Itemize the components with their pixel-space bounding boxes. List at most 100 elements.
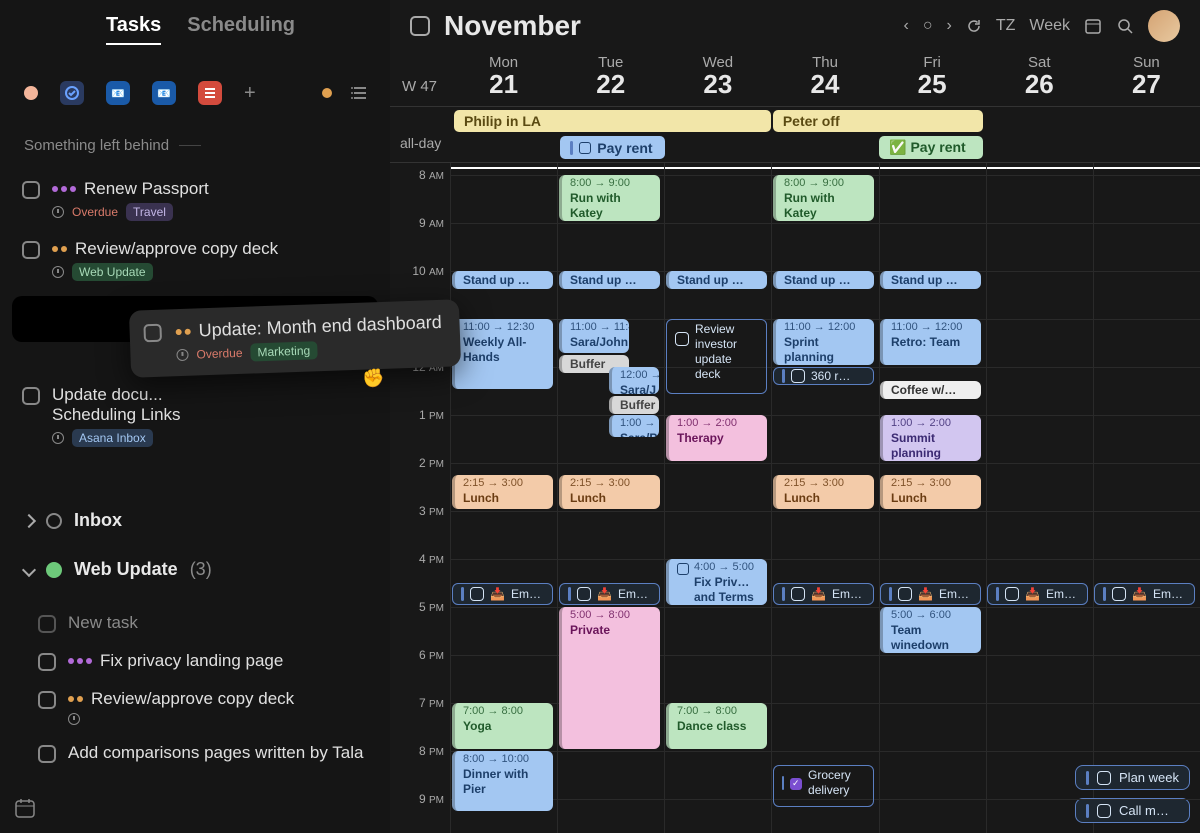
- hour-label: 8 PM: [419, 744, 444, 758]
- integration-things-icon[interactable]: [60, 81, 84, 105]
- calendar-event[interactable]: 8:00 → 10:00Dinner with Pier: [452, 751, 553, 811]
- calendar-event[interactable]: 8:00 → 9:00Run with Katey: [773, 175, 874, 221]
- task-row[interactable]: Review/approve copy deck: [28, 680, 378, 734]
- calendar-event[interactable]: 7:00 → 8:00Dance class: [666, 703, 767, 749]
- calendar-task[interactable]: Review investor update deck: [666, 319, 767, 394]
- tab-scheduling[interactable]: Scheduling: [187, 14, 295, 45]
- prev-button[interactable]: ‹: [904, 17, 909, 35]
- list-web-update[interactable]: Web Update (3): [0, 545, 390, 594]
- task-row[interactable]: Update docu... Scheduling Links Asana In…: [12, 376, 378, 456]
- calendar-event[interactable]: Buffer: [609, 396, 659, 414]
- calendar-event[interactable]: 12:00 →Sara/J…: [609, 367, 659, 394]
- calendar-task[interactable]: 📥Em…: [559, 583, 660, 605]
- calendar-event[interactable]: 11:00 → 11:45Sara/John: [559, 319, 629, 353]
- calendar-event[interactable]: 2:15 → 3:00Lunch: [880, 475, 981, 509]
- calendar-task[interactable]: 4:00 → 5:00Fix Priv… and Terms: [666, 559, 767, 605]
- allday-task[interactable]: Pay rent: [560, 136, 664, 159]
- day-column[interactable]: [986, 163, 1093, 833]
- calendar-event[interactable]: Coffee w/…: [880, 381, 981, 399]
- day-header[interactable]: Sat26: [986, 54, 1093, 106]
- hour-label: 6 PM: [419, 648, 444, 662]
- day-header[interactable]: Fri25: [879, 54, 986, 106]
- allday-task-done[interactable]: ✅ Pay rent: [879, 136, 983, 159]
- unscheduled-task[interactable]: Call m…: [1075, 798, 1190, 823]
- calendar-task[interactable]: 360 r…: [773, 367, 874, 385]
- sidebar-toggle-button[interactable]: [410, 16, 430, 36]
- list-inbox[interactable]: Inbox: [0, 496, 390, 545]
- calendar-event[interactable]: 2:15 → 3:00Lunch: [773, 475, 874, 509]
- calendar-event[interactable]: 1:00 → 2:00Summit planning: [880, 415, 981, 461]
- dragging-task-card[interactable]: Update: Month end dashboard Overdue Mark…: [129, 299, 461, 377]
- new-task-input[interactable]: New task: [28, 604, 378, 642]
- allday-event[interactable]: Philip in LA: [454, 110, 771, 132]
- day-header[interactable]: Wed23: [664, 54, 771, 106]
- day-header[interactable]: Tue22: [557, 54, 664, 106]
- day-header-row: Mon21 Tue22 Wed23 Thu24 Fri25 Sat26 Sun2…: [390, 48, 1200, 107]
- calendar-task[interactable]: 📥Em…: [452, 583, 553, 605]
- task-row[interactable]: Add comparisons pages written by Tala: [28, 734, 378, 772]
- date-picker-button[interactable]: [1084, 17, 1102, 35]
- calendar-task[interactable]: 📥Em…: [773, 583, 874, 605]
- task-checkbox[interactable]: [22, 387, 40, 405]
- calendar-event[interactable]: 11:00 → 12:30Weekly All-Hands: [452, 319, 553, 389]
- task-checkbox[interactable]: [38, 745, 56, 763]
- refresh-button[interactable]: [966, 18, 982, 34]
- calendar-task[interactable]: 📥Em…: [1094, 583, 1195, 605]
- search-button[interactable]: [1116, 17, 1134, 35]
- day-header[interactable]: Sun27: [1093, 54, 1200, 106]
- list-view-icon[interactable]: [350, 83, 370, 103]
- calendar-event[interactable]: 11:00 → 12:00Retro: Team: [880, 319, 981, 365]
- next-button[interactable]: ›: [947, 17, 952, 35]
- calendar-event[interactable]: 1:00 → 2:00Therapy: [666, 415, 767, 461]
- task-row[interactable]: Review/approve copy deck Web Update: [12, 230, 378, 290]
- calendar-event[interactable]: Stand up …: [452, 271, 553, 289]
- timezone-button[interactable]: TZ: [996, 17, 1016, 35]
- calendar-event[interactable]: Stand up …: [880, 271, 981, 289]
- task-row[interactable]: Fix privacy landing page: [28, 642, 378, 680]
- list-count: (3): [190, 559, 212, 580]
- task-title: Update: Month end dashboard: [198, 312, 442, 341]
- integration-dot[interactable]: [24, 86, 38, 100]
- calendar-event[interactable]: Stand up …: [773, 271, 874, 289]
- task-checkbox[interactable]: [38, 653, 56, 671]
- calendar-event[interactable]: Stand up …: [666, 271, 767, 289]
- day-column[interactable]: [1093, 163, 1200, 833]
- calendar-task[interactable]: 📥Em…: [880, 583, 981, 605]
- integration-outlook2-icon[interactable]: 📧: [152, 81, 176, 105]
- filter-dot[interactable]: [322, 88, 332, 98]
- day-header[interactable]: Mon21: [450, 54, 557, 106]
- user-avatar[interactable]: [1148, 10, 1180, 42]
- calendar-event[interactable]: 2:15 → 3:00Lunch: [559, 475, 660, 509]
- day-header[interactable]: Thu24: [771, 54, 878, 106]
- tab-tasks[interactable]: Tasks: [106, 14, 161, 45]
- task-checkbox[interactable]: [38, 691, 56, 709]
- new-task-placeholder: New task: [68, 613, 138, 633]
- task-checkbox[interactable]: [143, 324, 162, 343]
- unscheduled-task[interactable]: Plan week: [1075, 765, 1190, 790]
- calendar-event[interactable]: 2:15 → 3:00Lunch: [452, 475, 553, 509]
- task-tag: Web Update: [72, 263, 153, 281]
- task-checkbox[interactable]: [22, 181, 40, 199]
- task-checkbox[interactable]: [22, 241, 40, 259]
- integration-outlook-icon[interactable]: 📧: [106, 81, 130, 105]
- calendar-task[interactable]: 📥Em…: [987, 583, 1088, 605]
- task-row[interactable]: Renew Passport Overdue Travel: [12, 170, 378, 230]
- hour-label: 9 PM: [419, 792, 444, 806]
- allday-event[interactable]: Peter off: [773, 110, 984, 132]
- integration-todoist-icon[interactable]: [198, 81, 222, 105]
- task-title: Renew Passport: [84, 179, 209, 199]
- calendar-task[interactable]: Grocery delivery: [773, 765, 874, 806]
- calendar-event[interactable]: 11:00 → 12:00Sprint planning: [773, 319, 874, 365]
- add-integration-button[interactable]: +: [244, 82, 256, 105]
- today-button[interactable]: ○: [923, 17, 933, 35]
- calendar-event[interactable]: 8:00 → 9:00Run with Katey: [559, 175, 660, 221]
- calendar-event[interactable]: Stand up …: [559, 271, 660, 289]
- calendar-event[interactable]: 5:00 → 6:00Team winedown: [880, 607, 981, 653]
- view-selector[interactable]: Week: [1029, 17, 1070, 35]
- calendar-event[interactable]: 5:00 → 8:00Private: [559, 607, 660, 749]
- hour-label: 1 PM: [419, 408, 444, 422]
- calendar-event[interactable]: 1:00 →Sara/P…: [609, 415, 659, 437]
- calendar-event[interactable]: 7:00 → 8:00Yoga: [452, 703, 553, 749]
- sidebar: Tasks Scheduling 📧 📧 + Something left be…: [0, 0, 390, 833]
- mini-calendar-button[interactable]: [14, 797, 36, 819]
